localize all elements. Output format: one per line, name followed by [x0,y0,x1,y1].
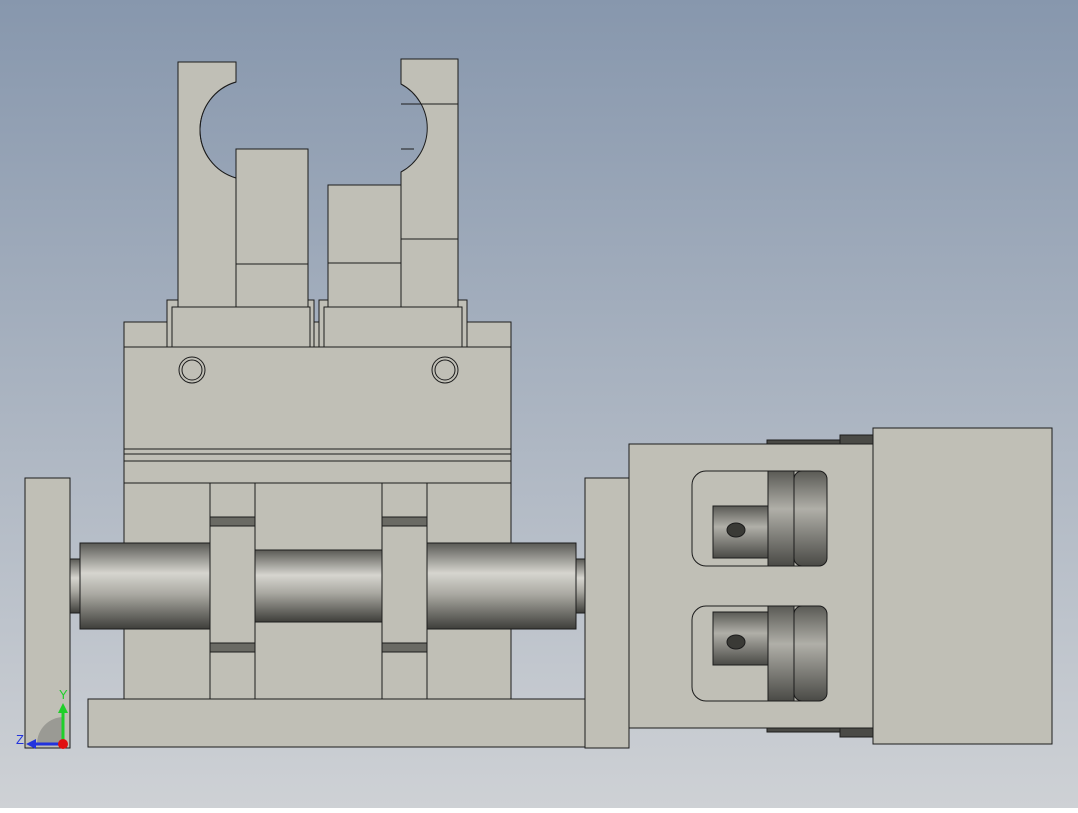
coupling-hub-lower [767,605,795,702]
drive-shaft-right [426,542,577,630]
motor-body [872,427,1053,745]
drive-shaft-end-left [69,558,81,614]
jaw-pad-right [327,184,402,308]
cad-viewport[interactable]: Y Z [0,0,1078,808]
triad-label-y: Y [59,687,68,702]
motor-mount-plate [584,477,630,749]
support-right [381,482,428,700]
drive-shaft-center [254,549,383,623]
drive-shaft-end-right [575,558,586,614]
base-plate [87,698,586,748]
support-left [209,482,256,700]
triad-label-z: Z [16,732,24,747]
coupling-hub-upper [767,470,795,567]
drive-shaft-left [79,542,211,630]
model-canvas: Y Z [0,0,1078,808]
jaw-pad-left [235,148,309,308]
triad-x-axis [58,739,68,749]
